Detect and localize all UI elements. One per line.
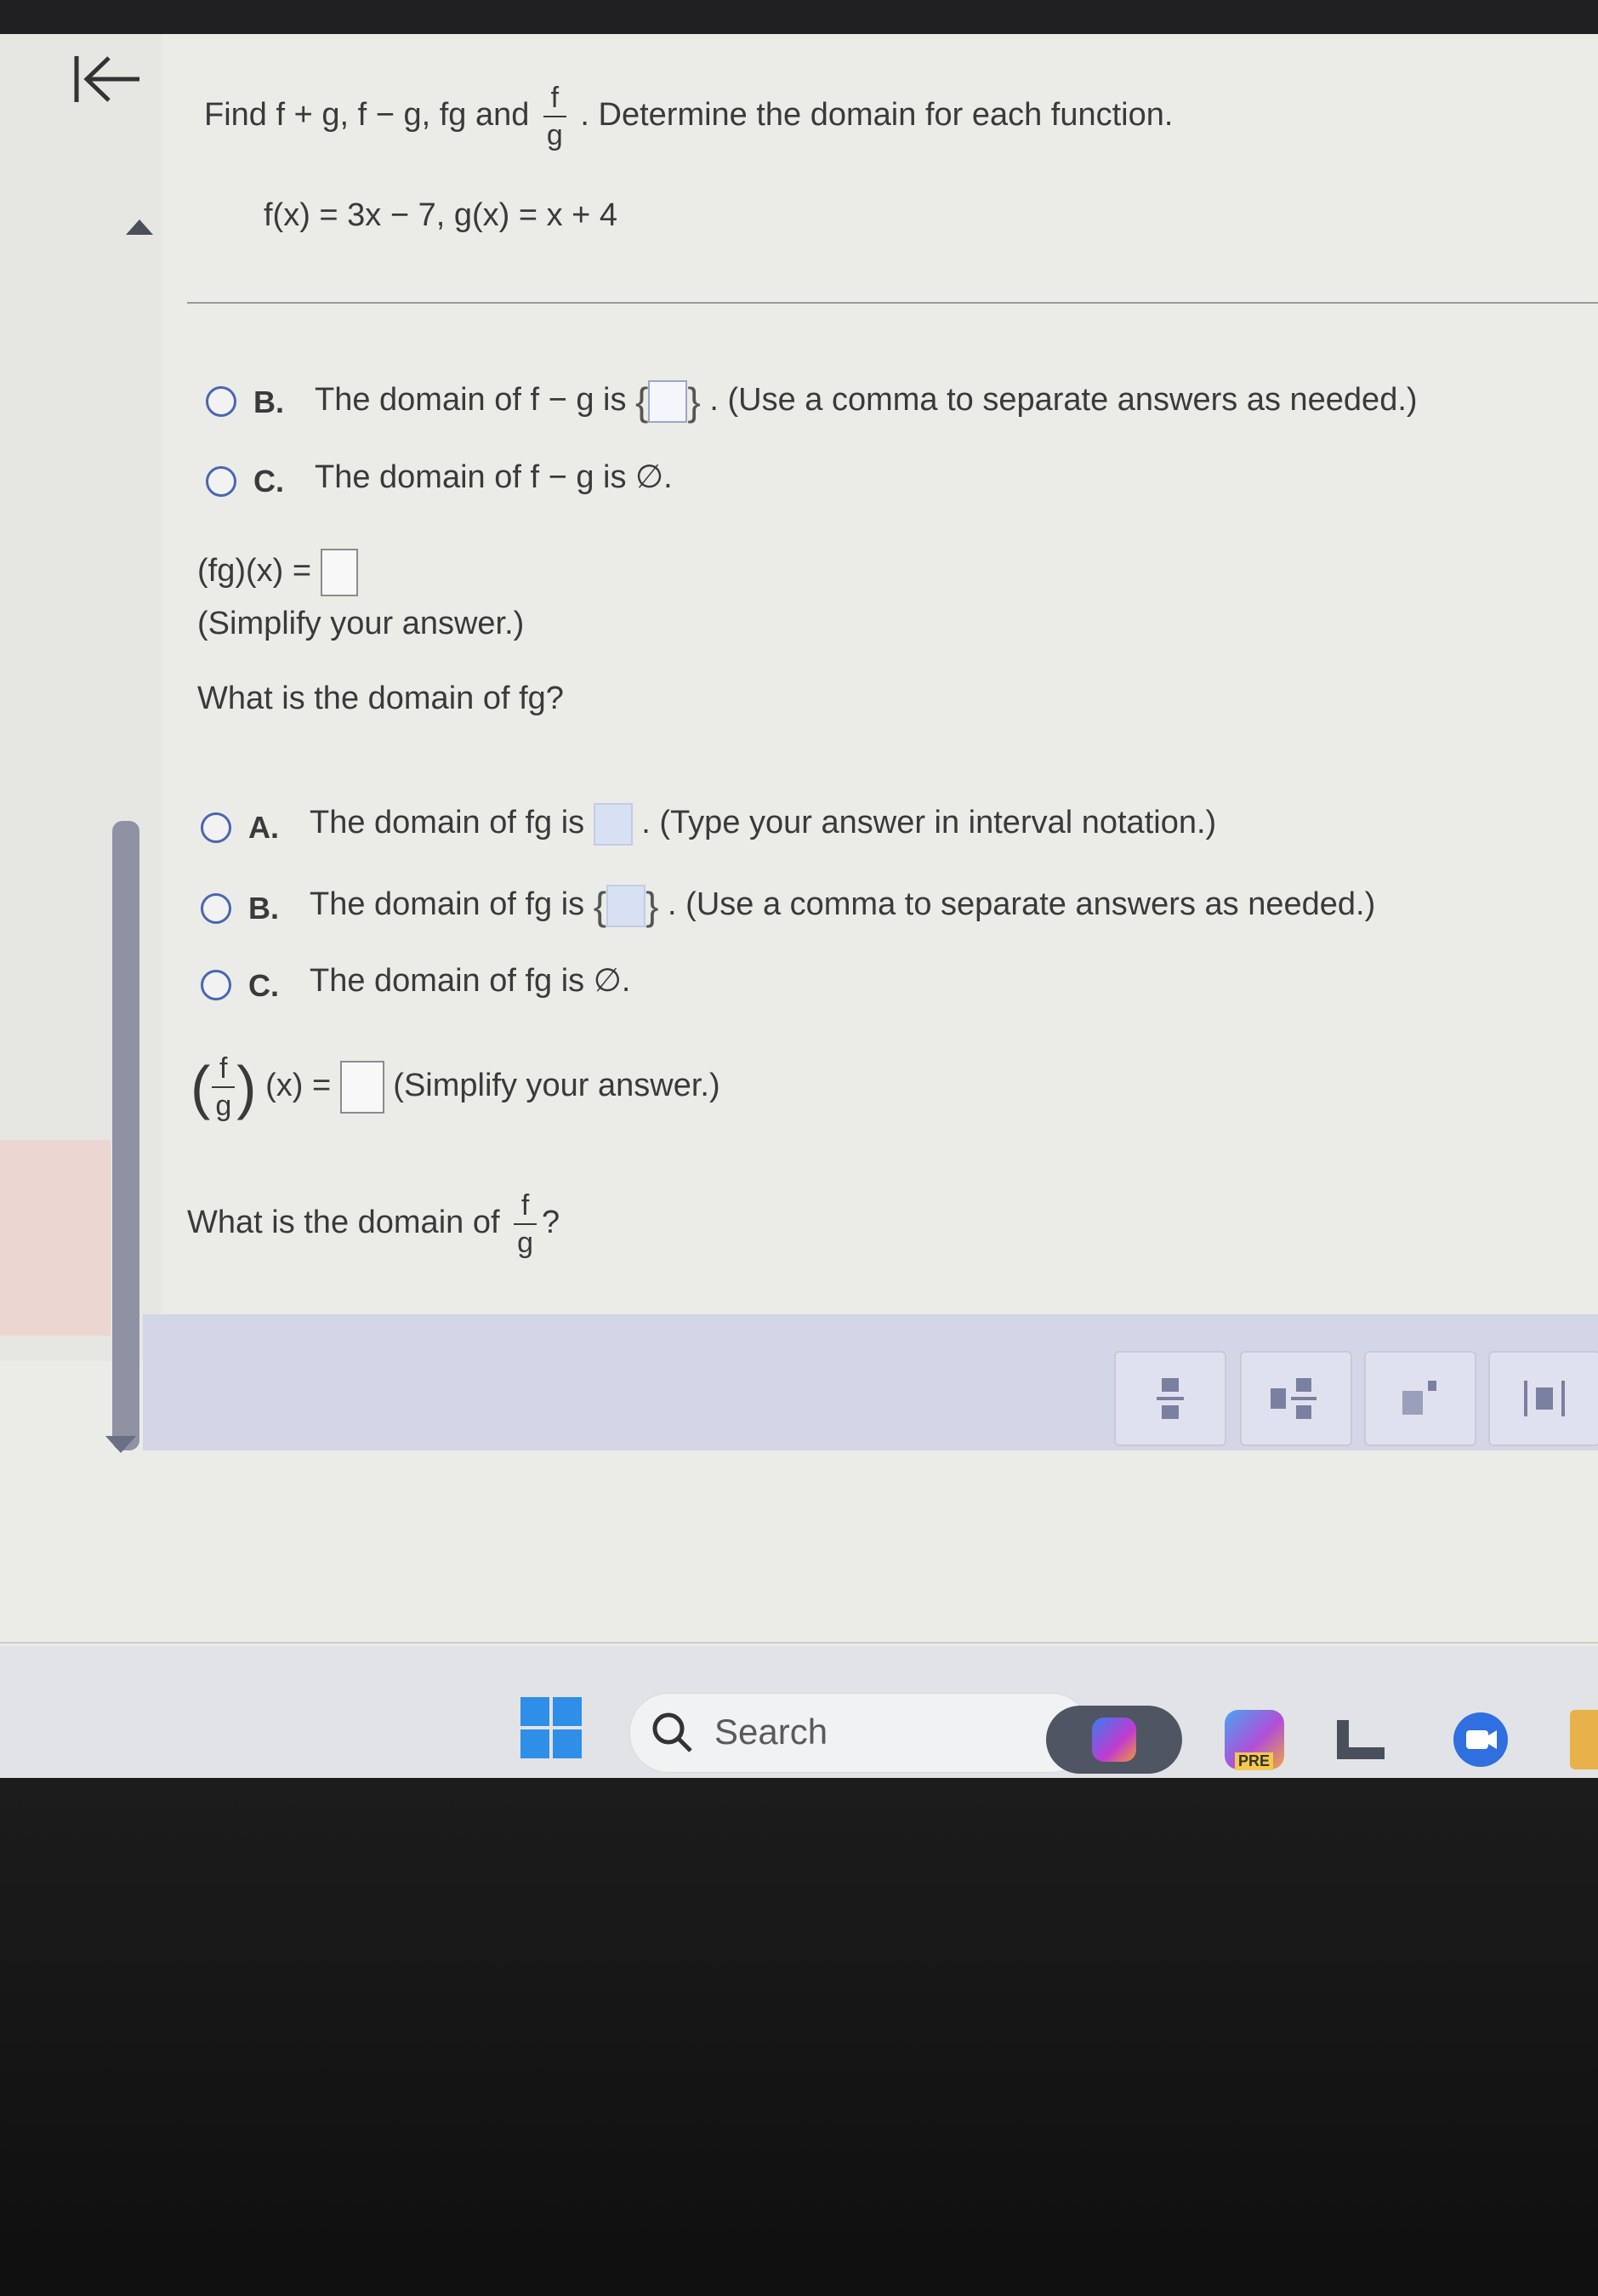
exponent-button[interactable]: [1364, 1351, 1476, 1446]
function-definitions: f(x) = 3x − 7, g(x) = x + 4: [264, 197, 618, 233]
content-bottom-divider: [0, 1642, 1598, 1644]
fg-domain-question: What is the domain of fg?: [197, 681, 564, 716]
option-letter: C.: [253, 464, 284, 499]
option-letter: B.: [248, 891, 279, 926]
file-explorer-icon[interactable]: [1570, 1710, 1598, 1769]
fminusg-set-input[interactable]: [648, 380, 688, 423]
fraction-button[interactable]: [1114, 1351, 1226, 1446]
absolute-value-icon: [1524, 1381, 1565, 1416]
option-fg-b-text: The domain of fg is {} . (Use a comma to…: [310, 884, 1376, 928]
fg-set-input[interactable]: [606, 885, 646, 927]
radio-fminusg-c[interactable]: [206, 466, 236, 497]
question-intro: Find f + g, f − g, fg and f g . Determin…: [204, 82, 1174, 151]
preview-badge: PRE: [1235, 1752, 1274, 1770]
option-letter: B.: [253, 385, 284, 419]
copilot-icon: [1092, 1718, 1136, 1762]
vertical-scrollbar[interactable]: [112, 821, 139, 1450]
copilot-button[interactable]: [1046, 1706, 1182, 1774]
search-icon: [652, 1712, 692, 1752]
radio-fg-a[interactable]: [201, 812, 231, 843]
fdivg-expression: ( f g ) (x) = (Simplify your answer.): [191, 1052, 720, 1122]
monitor-top-bezel: [0, 0, 1598, 34]
mixed-number-button[interactable]: [1240, 1351, 1352, 1446]
intro-fraction: f g: [543, 83, 566, 150]
search-label: Search: [714, 1712, 828, 1752]
question-divider: [187, 302, 1598, 304]
monitor-bottom-bezel: [0, 1778, 1598, 2296]
fg-interval-input[interactable]: [593, 803, 633, 846]
absolute-value-button[interactable]: [1488, 1351, 1598, 1446]
fdivg-domain-question: What is the domain of f g ?: [187, 1189, 560, 1259]
fdivg-answer-input[interactable]: [339, 1061, 384, 1114]
widgets-icon[interactable]: [1332, 1710, 1391, 1769]
option-fg-a-text: The domain of fg is . (Type your answer …: [310, 803, 1216, 846]
left-highlight-band: [0, 1140, 111, 1336]
fg-expression: (fg)(x) =: [197, 549, 358, 596]
option-letter: A.: [248, 810, 279, 845]
back-to-start-icon[interactable]: [70, 49, 146, 109]
option-fminusg-b-text: The domain of f − g is {} . (Use a comma…: [315, 379, 1418, 424]
exponent-icon: [1402, 1381, 1436, 1415]
fg-answer-input[interactable]: [320, 549, 358, 596]
scroll-up-arrow-icon[interactable]: [126, 219, 153, 235]
option-fminusg-c-text: The domain of f − g is ∅.: [315, 459, 673, 495]
radio-fminusg-b[interactable]: [206, 386, 236, 417]
fraction-icon: [1157, 1378, 1184, 1419]
taskbar-search-box[interactable]: [629, 1693, 1090, 1773]
option-fg-c-text: The domain of fg is ∅.: [310, 963, 631, 999]
windows-start-icon[interactable]: [520, 1697, 583, 1760]
radio-fg-c[interactable]: [201, 970, 231, 1000]
scroll-down-arrow-icon[interactable]: [105, 1436, 136, 1453]
radio-fg-b[interactable]: [201, 893, 231, 924]
fg-hint: (Simplify your answer.): [197, 606, 525, 641]
mixed-number-icon: [1271, 1378, 1317, 1419]
fdivg-fraction: f g: [212, 1054, 236, 1120]
option-letter: C.: [248, 968, 279, 1003]
domain-fraction: f g: [514, 1191, 537, 1257]
meet-camera-icon[interactable]: [1451, 1710, 1510, 1769]
